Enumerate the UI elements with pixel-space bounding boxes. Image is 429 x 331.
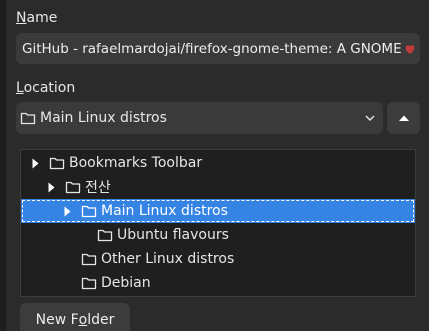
bookmark-dialog: Name GitHub - rafaelmardojai/firefox-gno… [0, 0, 429, 331]
name-input-value: GitHub - rafaelmardojai/firefox-gnome-th… [22, 40, 402, 57]
folder-tree[interactable]: Bookmarks Toolbar 전산 Main Linux distros [20, 149, 416, 297]
chevron-down-icon [365, 115, 375, 121]
tree-item-label: Bookmarks Toolbar [69, 155, 203, 171]
folder-icon [81, 205, 97, 218]
tree-item-bookmarks-toolbar[interactable]: Bookmarks Toolbar [21, 151, 415, 175]
tree-item-jeonsan[interactable]: 전산 [21, 175, 415, 199]
name-label: Name [16, 10, 57, 26]
location-dropdown-value: Main Linux distros [40, 110, 167, 126]
tree-item-label: Other Linux distros [101, 251, 235, 267]
location-label-rest: ocation [23, 80, 76, 96]
tree-item-main-linux-distros[interactable]: Main Linux distros [21, 199, 415, 223]
folder-icon [81, 277, 97, 290]
name-label-rest: ame [26, 10, 58, 26]
folder-icon [20, 112, 36, 125]
new-folder-button[interactable]: New Fo lder [20, 303, 130, 331]
tree-item-label: Ubuntu flavours [117, 227, 229, 243]
tree-item-label: Main Linux distros [101, 203, 228, 219]
triangle-right-icon[interactable] [30, 157, 40, 169]
location-dropdown[interactable]: Main Linux distros [16, 102, 383, 134]
triangle-right-icon[interactable] [62, 205, 72, 217]
location-label: Location [16, 80, 75, 96]
name-input[interactable]: GitHub - rafaelmardojai/firefox-gnome-th… [16, 33, 420, 64]
collapse-tree-button[interactable] [387, 102, 420, 134]
location-label-mnemonic: L [16, 80, 24, 96]
tree-item-ubuntu-flavours[interactable]: Ubuntu flavours [21, 223, 415, 247]
folder-icon [97, 229, 113, 242]
name-label-mnemonic: N [16, 10, 27, 26]
new-folder-mnemonic: o [78, 312, 88, 328]
tree-item-label: Debian [101, 275, 151, 291]
triangle-up-icon [398, 115, 409, 121]
folder-icon [81, 253, 97, 266]
tree-item-other-linux-distros[interactable]: Other Linux distros [21, 247, 415, 271]
folder-icon [65, 181, 81, 194]
folder-icon [49, 157, 65, 170]
window-edge [0, 0, 6, 331]
new-folder-suffix: lder [87, 312, 115, 328]
tree-item-label: 전산 [85, 180, 111, 196]
triangle-right-icon[interactable] [46, 181, 56, 193]
new-folder-prefix: New F [35, 312, 79, 328]
github-favicon-icon [405, 44, 415, 54]
tree-item-debian[interactable]: Debian [21, 271, 415, 295]
